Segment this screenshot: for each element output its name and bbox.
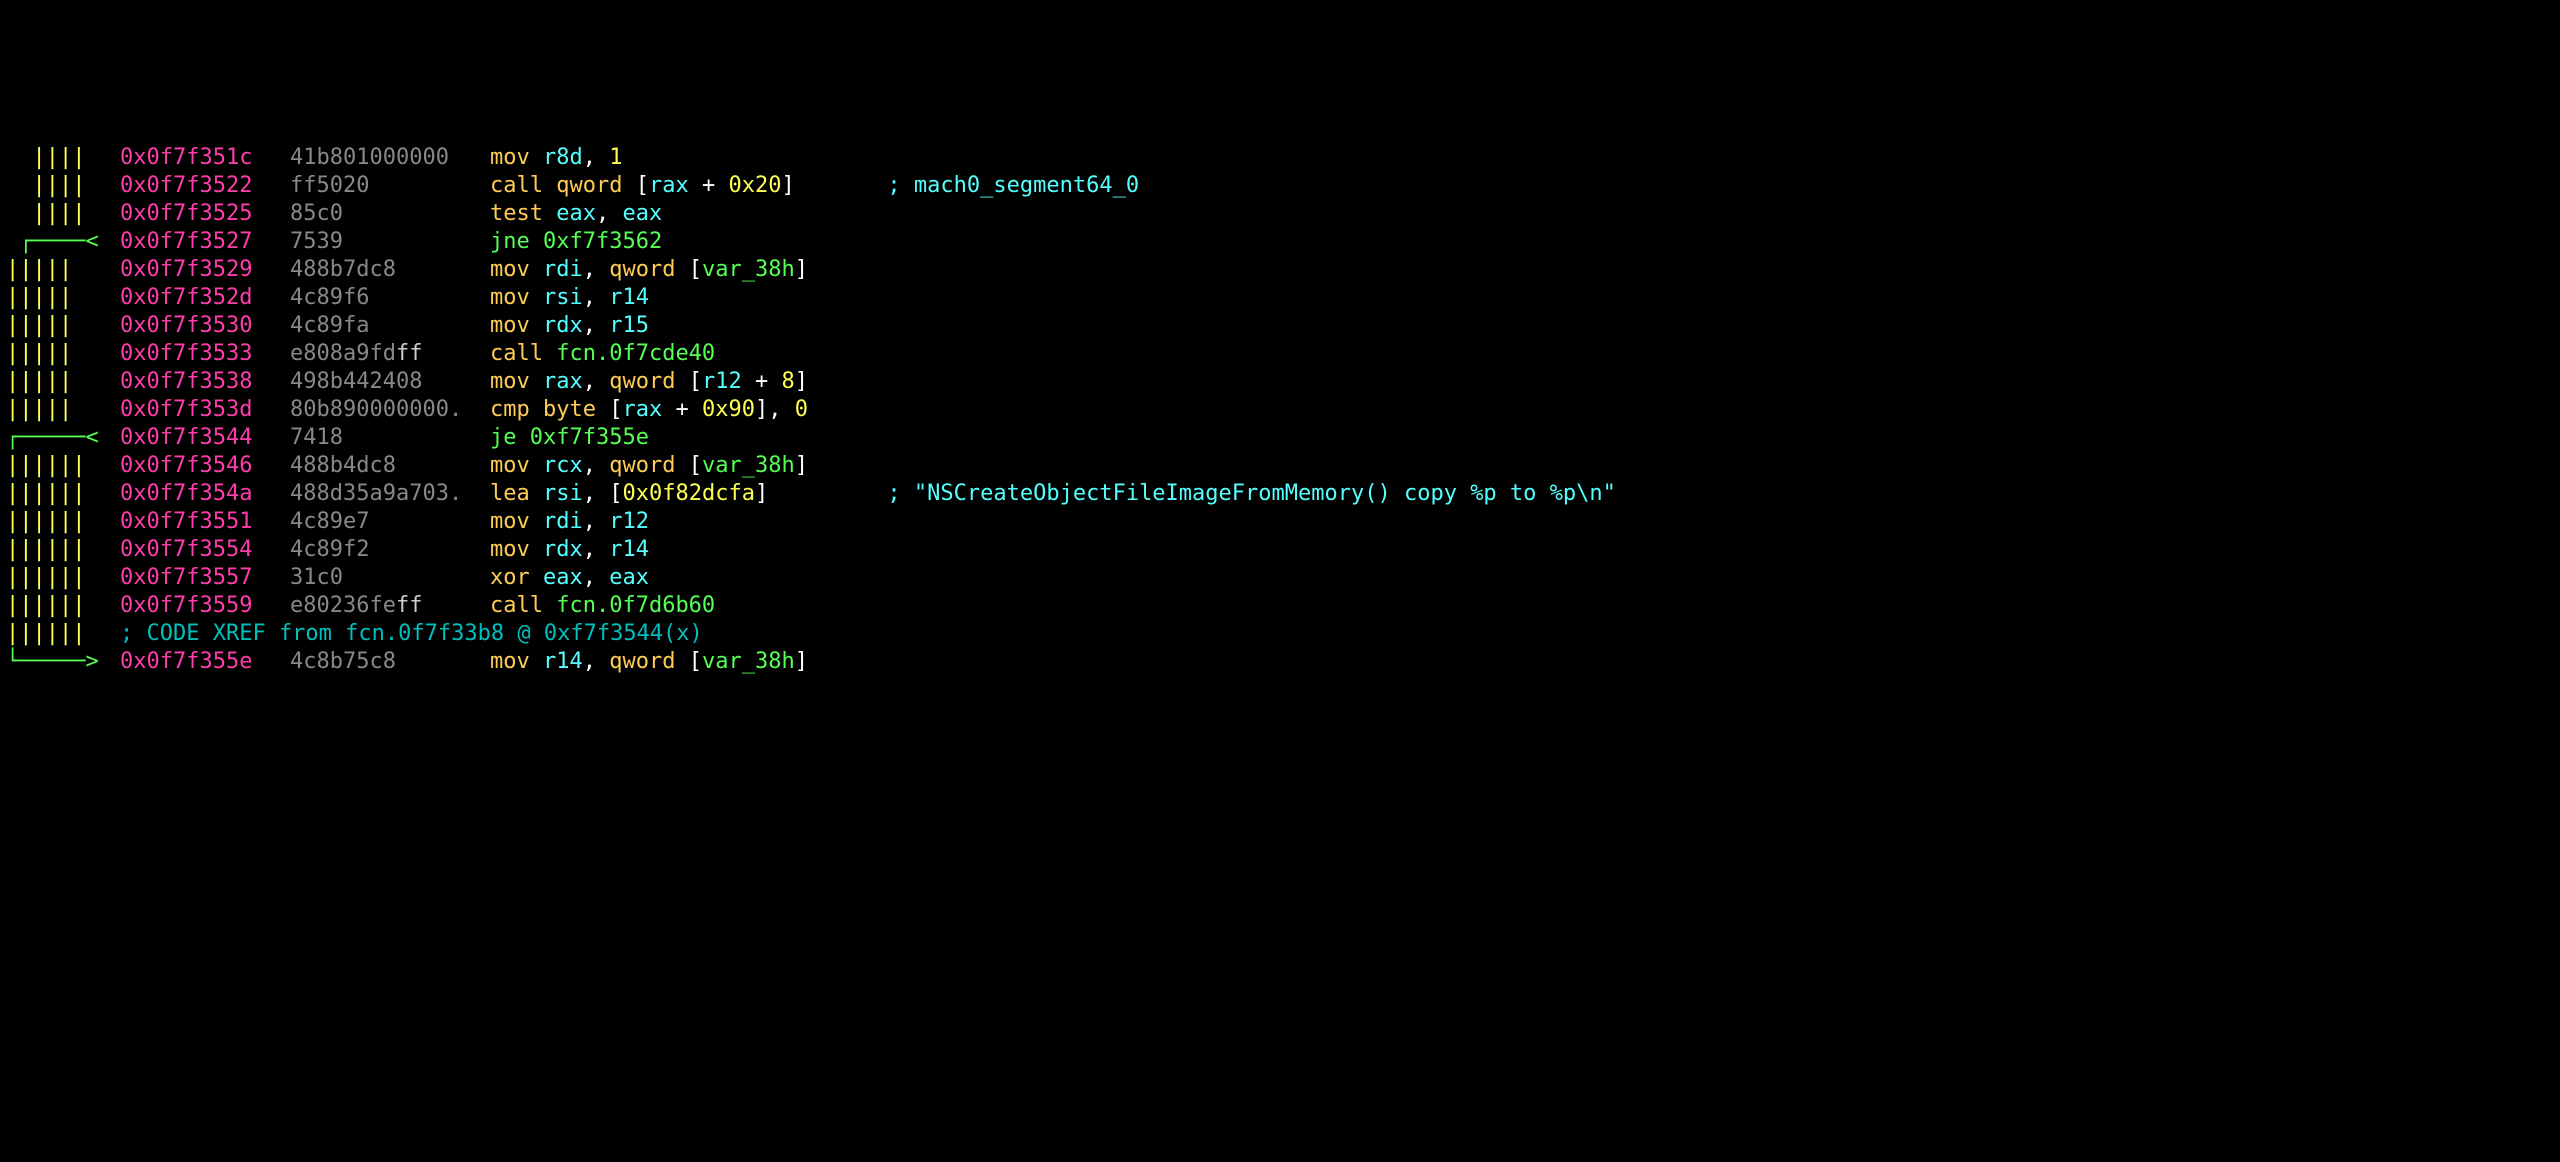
opcode-bytes: 7539	[290, 228, 490, 256]
flow-column: ||||||	[0, 536, 120, 564]
flow-column: ┌────<	[0, 228, 120, 256]
flow-column: ┌─────<	[0, 424, 120, 452]
instruction[interactable]: call qword [rax + 0x20]	[490, 172, 795, 200]
disasm-row[interactable]: ||||||; CODE XREF from fcn.0f7f33b8 @ 0x…	[0, 620, 2560, 648]
disasm-row[interactable]: ┌────<0x0f7f35277539jne 0xf7f3562	[0, 228, 2560, 256]
disasm-row[interactable]: ||||0x0f7f351c41b801000000mov r8d, 1	[0, 144, 2560, 172]
instruction[interactable]: mov r14, qword [var_38h]	[490, 648, 808, 676]
address[interactable]: 0x0f7f3559	[120, 592, 290, 620]
flow-column: |||||	[0, 256, 120, 284]
flow-column: ||||||	[0, 620, 120, 648]
address[interactable]: 0x0f7f355e	[120, 648, 290, 676]
flow-column: ||||	[0, 200, 120, 228]
comment: ; "NSCreateObjectFileImageFromMemory() c…	[887, 480, 1615, 508]
opcode-bytes: 85c0	[290, 200, 490, 228]
disasm-row[interactable]: ||||||0x0f7f35514c89e7mov rdi, r12	[0, 508, 2560, 536]
instruction[interactable]: mov r8d, 1	[490, 144, 622, 172]
flow-column: |||||	[0, 284, 120, 312]
flow-column: ||||||	[0, 508, 120, 536]
flow-column: └─────>	[0, 648, 120, 676]
opcode-bytes: 80b890000000.	[290, 396, 490, 424]
flow-column: ||||||	[0, 480, 120, 508]
instruction[interactable]: mov rcx, qword [var_38h]	[490, 452, 808, 480]
address[interactable]: 0x0f7f3554	[120, 536, 290, 564]
opcode-bytes: 7418	[290, 424, 490, 452]
flow-column: ||||	[0, 172, 120, 200]
disasm-row[interactable]: ||||||0x0f7f3559e80236feffcall fcn.0f7d6…	[0, 592, 2560, 620]
instruction[interactable]: jne 0xf7f3562	[490, 228, 662, 256]
flow-column: |||||	[0, 340, 120, 368]
disasm-row[interactable]: └─────>0x0f7f355e4c8b75c8mov r14, qword …	[0, 648, 2560, 676]
opcode-bytes: 4c89f2	[290, 536, 490, 564]
instruction[interactable]: test eax, eax	[490, 200, 662, 228]
flow-column: ||||	[0, 144, 120, 172]
opcode-bytes: 488d35a9a703.	[290, 480, 490, 508]
instruction[interactable]: je 0xf7f355e	[490, 424, 649, 452]
opcode-bytes: 31c0	[290, 564, 490, 592]
disasm-row[interactable]: ||||||0x0f7f355731c0xor eax, eax	[0, 564, 2560, 592]
disasm-row[interactable]: ||||||0x0f7f354a488d35a9a703.lea rsi, [0…	[0, 480, 2560, 508]
opcode-bytes: 41b801000000	[290, 144, 490, 172]
disasm-row[interactable]: |||||0x0f7f3538498b442408mov rax, qword …	[0, 368, 2560, 396]
instruction[interactable]: mov rdx, r15	[490, 312, 649, 340]
address[interactable]: 0x0f7f3538	[120, 368, 290, 396]
disassembly-view[interactable]: ||||0x0f7f351c41b801000000mov r8d, 1 |||…	[0, 140, 2560, 1022]
address[interactable]: 0x0f7f3522	[120, 172, 290, 200]
address[interactable]: 0x0f7f352d	[120, 284, 290, 312]
address[interactable]: 0x0f7f3533	[120, 340, 290, 368]
disasm-row[interactable]: ||||||0x0f7f3546488b4dc8mov rcx, qword […	[0, 452, 2560, 480]
flow-column: ||||||	[0, 452, 120, 480]
flow-column: ||||||	[0, 592, 120, 620]
flow-column: ||||||	[0, 564, 120, 592]
disasm-row[interactable]: ||||||0x0f7f35544c89f2mov rdx, r14	[0, 536, 2560, 564]
disasm-row[interactable]: ||||0x0f7f3522ff5020call qword [rax + 0x…	[0, 172, 2560, 200]
disasm-row[interactable]: |||||0x0f7f352d4c89f6mov rsi, r14	[0, 284, 2560, 312]
code-xref: ; CODE XREF from fcn.0f7f33b8 @ 0xf7f354…	[120, 620, 703, 648]
opcode-bytes: ff5020	[290, 172, 490, 200]
opcode-bytes: 488b4dc8	[290, 452, 490, 480]
address[interactable]: 0x0f7f351c	[120, 144, 290, 172]
instruction[interactable]: xor eax, eax	[490, 564, 649, 592]
address[interactable]: 0x0f7f353d	[120, 396, 290, 424]
instruction[interactable]: mov rax, qword [r12 + 8]	[490, 368, 808, 396]
instruction[interactable]: mov rsi, r14	[490, 284, 649, 312]
instruction[interactable]: mov rdi, r12	[490, 508, 649, 536]
flow-column: |||||	[0, 396, 120, 424]
address[interactable]: 0x0f7f3529	[120, 256, 290, 284]
flow-column: |||||	[0, 368, 120, 396]
disasm-row[interactable]: |||||0x0f7f353d80b890000000.cmp byte [ra…	[0, 396, 2560, 424]
address[interactable]: 0x0f7f3525	[120, 200, 290, 228]
opcode-bytes: e80236feff	[290, 592, 490, 620]
disasm-row[interactable]: |||||0x0f7f35304c89famov rdx, r15	[0, 312, 2560, 340]
opcode-bytes: 4c89f6	[290, 284, 490, 312]
address[interactable]: 0x0f7f354a	[120, 480, 290, 508]
opcode-bytes: 4c89fa	[290, 312, 490, 340]
instruction[interactable]: mov rdi, qword [var_38h]	[490, 256, 808, 284]
instruction[interactable]: mov rdx, r14	[490, 536, 649, 564]
instruction[interactable]: cmp byte [rax + 0x90], 0	[490, 396, 808, 424]
address[interactable]: 0x0f7f3546	[120, 452, 290, 480]
address[interactable]: 0x0f7f3530	[120, 312, 290, 340]
comment: ; mach0_segment64_0	[887, 172, 1139, 200]
opcode-bytes: 4c8b75c8	[290, 648, 490, 676]
address[interactable]: 0x0f7f3551	[120, 508, 290, 536]
address[interactable]: 0x0f7f3527	[120, 228, 290, 256]
flow-column: |||||	[0, 312, 120, 340]
opcode-bytes: 488b7dc8	[290, 256, 490, 284]
instruction[interactable]: call fcn.0f7d6b60	[490, 592, 715, 620]
opcode-bytes: 4c89e7	[290, 508, 490, 536]
instruction[interactable]: lea rsi, [0x0f82dcfa]	[490, 480, 768, 508]
address[interactable]: 0x0f7f3557	[120, 564, 290, 592]
disasm-row[interactable]: ||||0x0f7f352585c0test eax, eax	[0, 200, 2560, 228]
disasm-row[interactable]: |||||0x0f7f3529488b7dc8mov rdi, qword [v…	[0, 256, 2560, 284]
opcode-bytes: 498b442408	[290, 368, 490, 396]
opcode-bytes: e808a9fdff	[290, 340, 490, 368]
disasm-row[interactable]: |||||0x0f7f3533e808a9fdffcall fcn.0f7cde…	[0, 340, 2560, 368]
instruction[interactable]: call fcn.0f7cde40	[490, 340, 715, 368]
address[interactable]: 0x0f7f3544	[120, 424, 290, 452]
disasm-row[interactable]: ┌─────<0x0f7f35447418je 0xf7f355e	[0, 424, 2560, 452]
